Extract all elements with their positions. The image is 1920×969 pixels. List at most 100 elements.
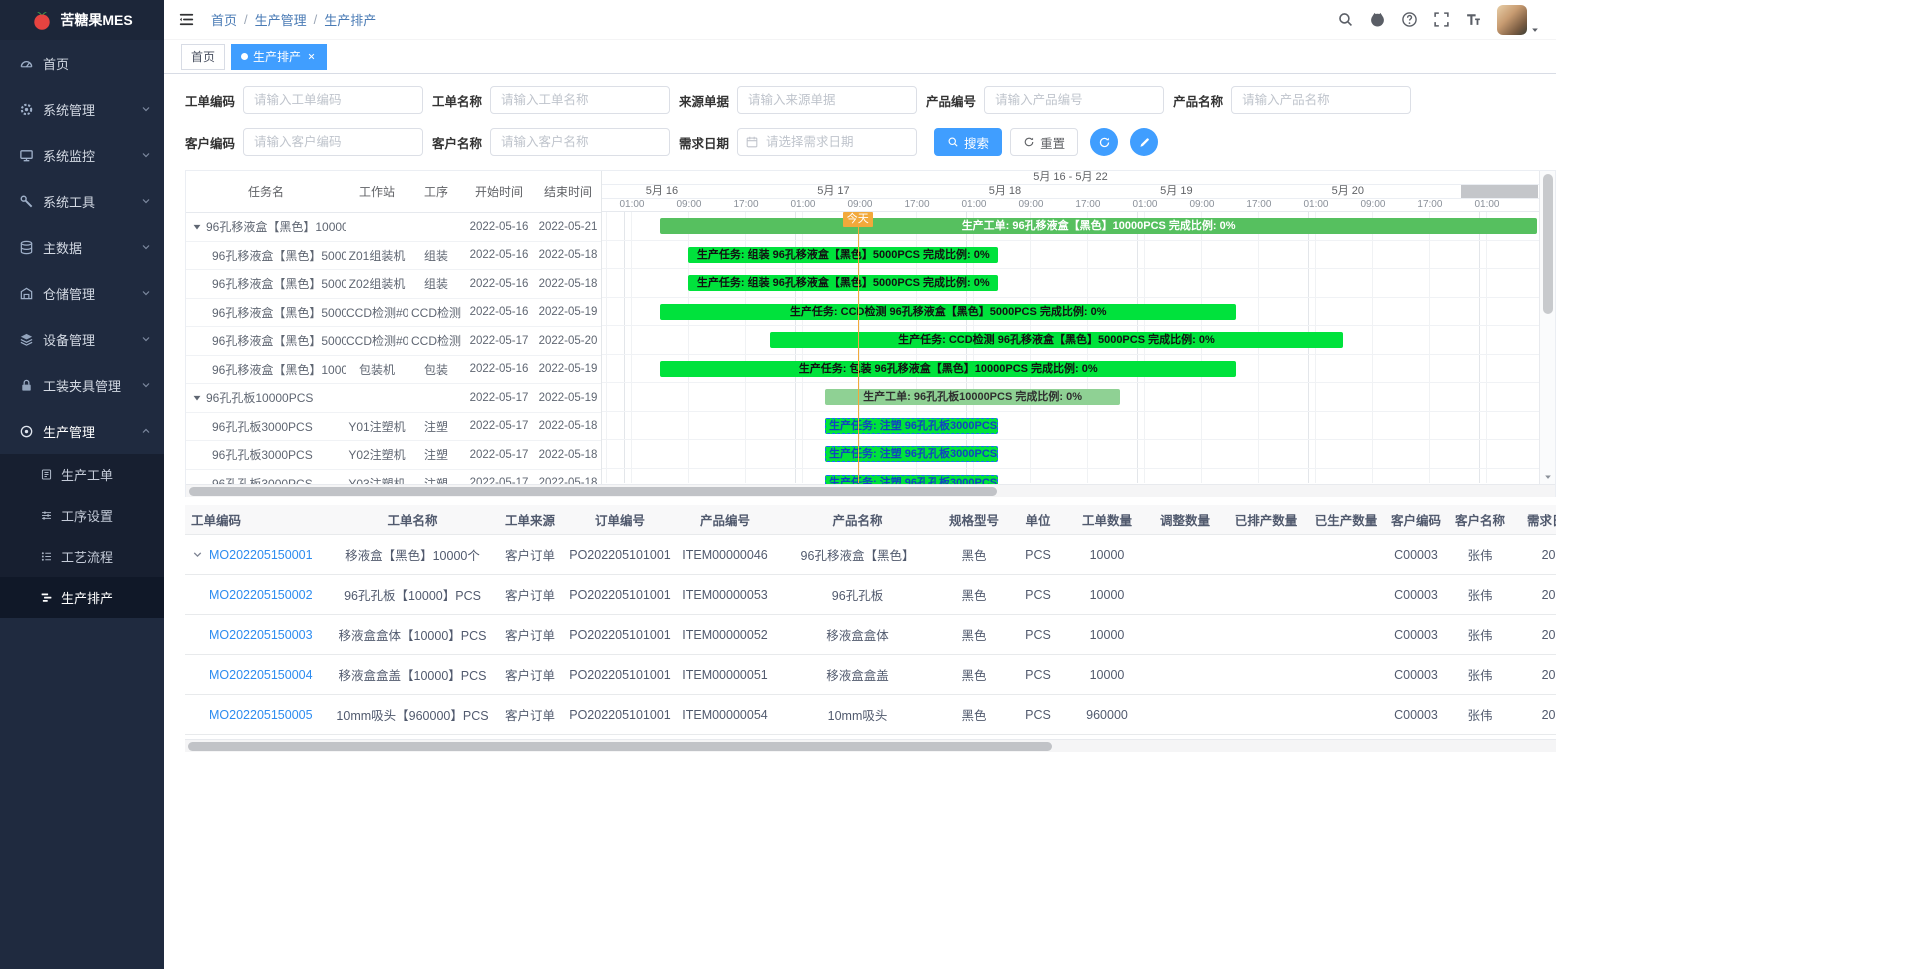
sidebar-item-2[interactable]: 系统监控: [0, 132, 164, 178]
sidebar-item-8[interactable]: 生产管理: [0, 408, 164, 454]
breadcrumb-item-0[interactable]: 首页: [211, 10, 237, 29]
work-order-link[interactable]: MO202205150004: [209, 668, 313, 682]
sidebar-item-7[interactable]: 工装夹具管理: [0, 362, 164, 408]
scrollbar-thumb[interactable]: [1543, 174, 1553, 314]
sidebar-item-5[interactable]: 仓储管理: [0, 270, 164, 316]
gantt-task-row[interactable]: 96孔移液盒【黑色】10000PCS 2022-05-16 2022-05-21: [186, 213, 601, 242]
gantt-task-row[interactable]: 96孔移液盒【黑色】5000PCS CCD检测#01 CCD检测 2022-05…: [186, 299, 601, 328]
close-icon[interactable]: [306, 51, 317, 62]
table-horizontal-scrollbar[interactable]: [185, 739, 1556, 752]
sidebar-subitem-1[interactable]: 工序设置: [0, 495, 164, 536]
fullscreen-icon[interactable]: [1433, 11, 1450, 28]
filter-input-来源单据[interactable]: [737, 86, 917, 114]
table-column-header[interactable]: 订单编号: [565, 505, 675, 534]
table-row[interactable]: MO20220515000510mm吸头【960000】PCS客户订单PO202…: [185, 695, 1556, 735]
gantt-task-row[interactable]: 96孔孔板3000PCS Y01注塑机 注塑 2022-05-17 2022-0…: [186, 413, 601, 442]
filter-input-产品名称[interactable]: [1231, 86, 1411, 114]
table-column-header[interactable]: 单位: [1008, 505, 1068, 534]
gantt-bar[interactable]: 生产任务: 包装 96孔移液盒【黑色】10000PCS 完成比例: 0%: [660, 361, 1236, 377]
gantt-horizontal-scrollbar[interactable]: [186, 484, 1555, 497]
work-order-link[interactable]: MO202205150002: [209, 588, 313, 602]
filter-input-客户编码[interactable]: [243, 128, 423, 156]
table-column-header[interactable]: 需求日期: [1512, 505, 1556, 534]
gantt-task-row[interactable]: 96孔移液盒【黑色】10000PCS 包装机 包装 2022-05-16 202…: [186, 356, 601, 385]
table-row[interactable]: MO202205150004移液盒盒盖【10000】PCS客户订单PO20220…: [185, 655, 1556, 695]
sidebar-item-0[interactable]: 首页: [0, 40, 164, 86]
filter-label: 需求日期: [679, 133, 729, 152]
work-order-link[interactable]: MO202205150005: [209, 708, 313, 722]
expand-caret-icon[interactable]: [191, 548, 204, 561]
table-column-header[interactable]: 产品名称: [775, 505, 940, 534]
table-column-header[interactable]: 工单名称: [330, 505, 495, 534]
edit-circle-button[interactable]: [1130, 128, 1158, 156]
table-row[interactable]: MO202205150001移液盒【黑色】10000个客户订单PO2022051…: [185, 535, 1556, 575]
filter-input-工单编码[interactable]: [243, 86, 423, 114]
user-menu[interactable]: [1497, 5, 1540, 35]
filter-input-产品编号[interactable]: [984, 86, 1164, 114]
tab-0[interactable]: 首页: [181, 44, 225, 70]
table-column-header[interactable]: 工单编码: [185, 505, 330, 534]
sidebar-subitem-0[interactable]: 生产工单: [0, 454, 164, 495]
gantt-task-row[interactable]: 96孔移液盒【黑色】5000PCS Z01组装机 组装 2022-05-16 2…: [186, 242, 601, 271]
sidebar-item-1[interactable]: 系统管理: [0, 86, 164, 132]
scrollbar-thumb[interactable]: [189, 487, 997, 496]
table-column-header[interactable]: 已生产数量: [1308, 505, 1384, 534]
table-column-header[interactable]: 已排产数量: [1224, 505, 1308, 534]
gantt-bar[interactable]: 生产工单: 96孔孔板10000PCS 完成比例: 0%: [825, 389, 1120, 405]
sidebar-item-6[interactable]: 设备管理: [0, 316, 164, 362]
gantt-task-row[interactable]: 96孔孔板3000PCS Y03注塑机 注塑 2022-05-17 2022-0…: [186, 470, 601, 485]
table-column-header[interactable]: 客户编码: [1384, 505, 1448, 534]
work-order-link[interactable]: MO202205150003: [209, 628, 313, 642]
table-cell-value: C00003: [1394, 708, 1438, 722]
refresh-circle-button[interactable]: [1090, 128, 1118, 156]
filter-label: 客户编码: [185, 133, 235, 152]
sidebar-menu: 首页 系统管理 系统监控 系统工具 主数据 仓储管理 设备管理: [0, 40, 164, 618]
gantt-task-row[interactable]: 96孔移液盒【黑色】5000PCS Z02组装机 组装 2022-05-16 2…: [186, 270, 601, 299]
table-column-header[interactable]: 调整数量: [1146, 505, 1224, 534]
gantt-bar[interactable]: 生产工单: 96孔移液盒【黑色】10000PCS 完成比例: 0%: [660, 218, 1537, 234]
gantt-bar[interactable]: 生产任务: 注塑 96孔孔板3000PCS 完成比例: 0%: [825, 446, 998, 462]
gantt-task-row[interactable]: 96孔孔板10000PCS 2022-05-17 2022-05-19: [186, 384, 601, 413]
breadcrumb-item-1[interactable]: 生产管理: [255, 10, 307, 29]
help-icon[interactable]: [1401, 11, 1418, 28]
tree-caret-icon[interactable]: [192, 222, 202, 232]
sidebar-item-3[interactable]: 系统工具: [0, 178, 164, 224]
scrollbar-thumb[interactable]: [188, 742, 1052, 751]
filter-input-客户名称[interactable]: [490, 128, 670, 156]
search-icon[interactable]: [1337, 11, 1354, 28]
scroll-down-icon[interactable]: [1543, 472, 1553, 482]
gantt-bar[interactable]: 生产任务: 注塑 96孔孔板3000PCS 完成比例: 0%: [825, 418, 998, 434]
sidebar-item-4[interactable]: 主数据: [0, 224, 164, 270]
search-button[interactable]: 搜索: [934, 128, 1002, 156]
table-column-header[interactable]: 产品编号: [675, 505, 775, 534]
table-cell-value: 移液盒盒盖: [826, 665, 889, 684]
gantt-task-row[interactable]: 96孔移液盒【黑色】5000PCS CCD检测#02 CCD检测 2022-05…: [186, 327, 601, 356]
font-size-icon[interactable]: [1465, 11, 1482, 28]
sidebar-subitem-3[interactable]: 生产排产: [0, 577, 164, 618]
table-row[interactable]: MO20220515000296孔孔板【10000】PCS客户订单PO20220…: [185, 575, 1556, 615]
gantt-vertical-scrollbar[interactable]: [1539, 171, 1555, 484]
table-column-header[interactable]: 工单数量: [1068, 505, 1146, 534]
reset-button[interactable]: 重置: [1010, 128, 1078, 156]
work-order-link[interactable]: MO202205150001: [209, 548, 313, 562]
sidebar-collapse-icon[interactable]: [178, 11, 195, 28]
breadcrumb-item-2[interactable]: 生产排产: [324, 10, 376, 29]
tree-caret-icon[interactable]: [192, 393, 202, 403]
tab-1[interactable]: 生产排产: [231, 44, 327, 70]
gantt-bar[interactable]: 生产任务: 组装 96孔移液盒【黑色】5000PCS 完成比例: 0%: [688, 247, 998, 263]
gantt-bar[interactable]: 生产任务: 组装 96孔移液盒【黑色】5000PCS 完成比例: 0%: [688, 275, 998, 291]
sidebar-subitem-2[interactable]: 工艺流程: [0, 536, 164, 577]
filter-input-需求日期[interactable]: [737, 128, 917, 156]
avatar[interactable]: [1497, 5, 1527, 35]
table-row[interactable]: MO202205150003移液盒盒体【10000】PCS客户订单PO20220…: [185, 615, 1556, 655]
gantt-bar[interactable]: 生产任务: CCD检测 96孔移液盒【黑色】5000PCS 完成比例: 0%: [770, 332, 1343, 348]
gantt-task-row[interactable]: 96孔孔板3000PCS Y02注塑机 注塑 2022-05-17 2022-0…: [186, 441, 601, 470]
app-logo[interactable]: 苦糖果MES: [0, 0, 164, 40]
table-column-header[interactable]: 客户名称: [1448, 505, 1512, 534]
table-column-header[interactable]: 规格型号: [940, 505, 1008, 534]
table-column-header[interactable]: 工单来源: [495, 505, 565, 534]
github-icon[interactable]: [1369, 11, 1386, 28]
filter-input-工单名称[interactable]: [490, 86, 670, 114]
task-end: 2022-05-19: [534, 392, 601, 404]
gantt-bar[interactable]: 生产任务: CCD检测 96孔移液盒【黑色】5000PCS 完成比例: 0%: [660, 304, 1236, 320]
